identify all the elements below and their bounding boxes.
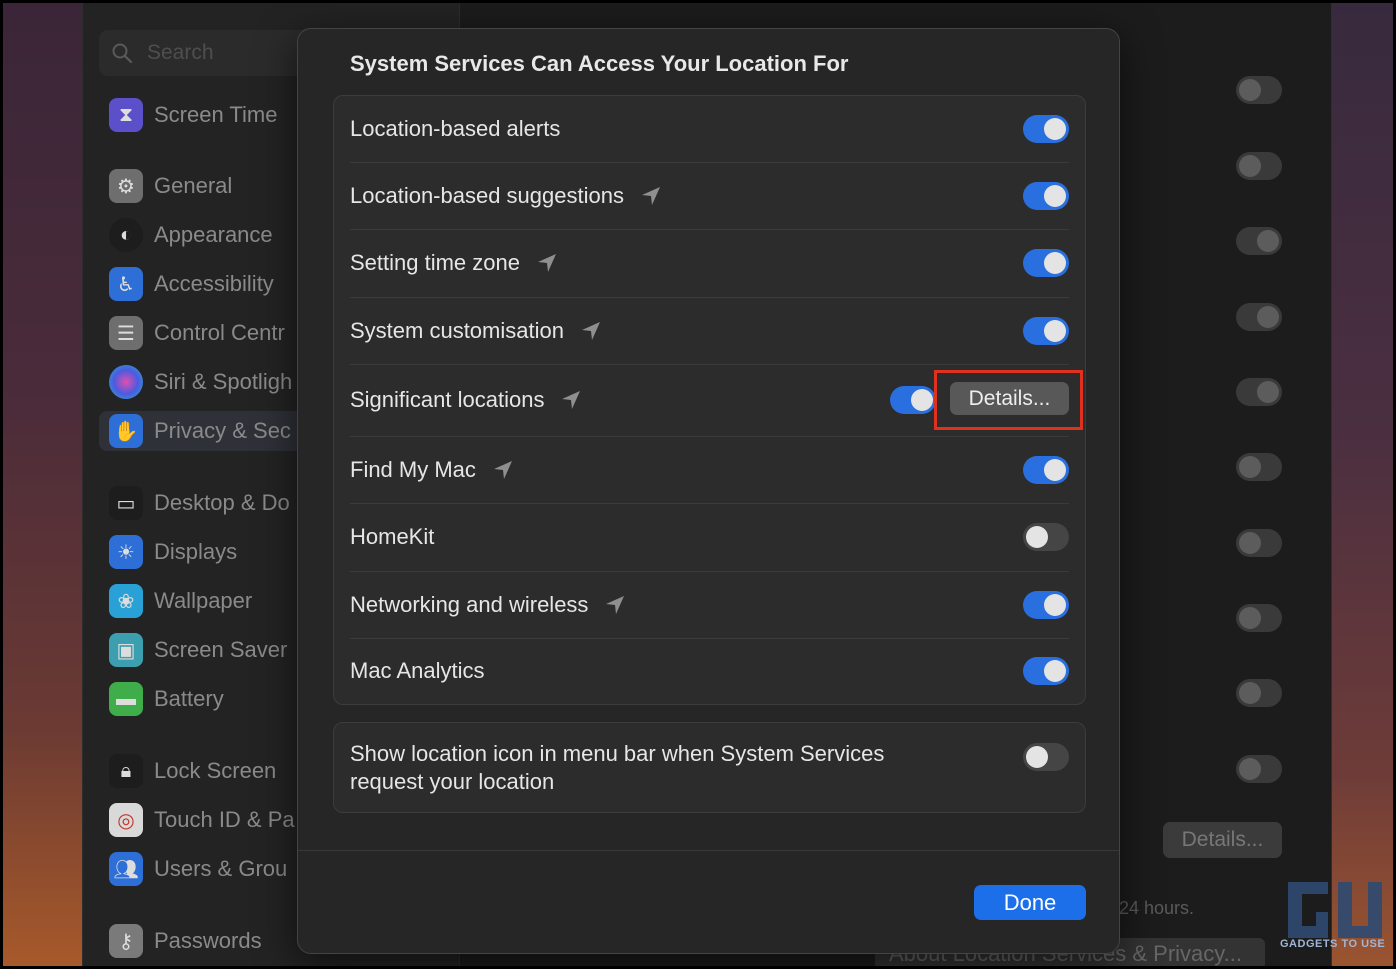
system-services-sheet: System Services Can Access Your Location…: [297, 28, 1120, 954]
find-my-mac-toggle[interactable]: [1023, 455, 1069, 484]
service-label: System customisation: [350, 317, 564, 343]
background-toggle[interactable]: [1236, 679, 1282, 707]
service-row-location-alerts: Location-based alerts: [334, 96, 1085, 162]
background-toggle[interactable]: [1236, 378, 1282, 406]
hand-icon: ✋: [109, 414, 143, 448]
networking-toggle[interactable]: [1023, 590, 1069, 619]
sun-icon: ☀: [109, 535, 143, 569]
service-label: Find My Mac: [350, 456, 476, 482]
service-row-find-my-mac: Find My Mac: [334, 436, 1085, 503]
services-list: Location-based alerts Location-based sug…: [333, 95, 1086, 705]
service-row-time-zone: Setting time zone: [334, 229, 1085, 297]
service-label: Setting time zone: [350, 250, 520, 275]
sidebar-item-label: Touch ID & Pa: [154, 807, 295, 832]
significant-locations-toggle[interactable]: [890, 386, 936, 414]
background-hours-text: 24 hours.: [1119, 898, 1195, 918]
sidebar-item-label: Users & Grou: [154, 856, 288, 881]
menu-bar-option-group: Show location icon in menu bar when Syst…: [333, 722, 1086, 813]
menu-bar-option-line1: Show location icon in menu bar when Syst…: [350, 740, 885, 766]
location-arrow-icon: [581, 321, 600, 340]
location-arrow-icon: [537, 254, 556, 272]
time-zone-toggle[interactable]: [1023, 249, 1069, 277]
service-row-networking: Networking and wireless: [334, 571, 1085, 638]
service-row-system-customisation: System customisation: [334, 297, 1085, 364]
wallpaper-right: [1332, 0, 1396, 969]
sidebar-item-label: Wallpaper: [154, 588, 253, 613]
background-toggle[interactable]: [1236, 303, 1282, 331]
sidebar-item-label: Accessibility: [154, 271, 274, 296]
system-customisation-toggle[interactable]: [1023, 316, 1069, 345]
service-row-significant-locations: Significant locations Details...: [334, 364, 1085, 436]
key-icon: ⚷: [109, 924, 143, 958]
control-centre-icon: ☰: [109, 316, 143, 350]
search-icon: [112, 43, 133, 64]
flower-icon: ❀: [109, 584, 143, 618]
sidebar-item-label: Siri & Spotligh: [154, 369, 293, 394]
done-button[interactable]: Done: [974, 885, 1086, 920]
homekit-toggle[interactable]: [1023, 523, 1069, 551]
sidebar-item-label: Passwords: [154, 928, 262, 953]
service-label: Networking and wireless: [350, 591, 589, 617]
location-arrow-icon: [493, 460, 512, 479]
search-placeholder: Search: [147, 41, 214, 64]
lock-icon: 🔒︎: [109, 754, 143, 788]
sidebar-item-label: Screen Time: [154, 102, 278, 127]
service-label: Location-based alerts: [350, 116, 561, 141]
background-details-button[interactable]: Details...: [1163, 822, 1282, 858]
sheet-title: System Services Can Access Your Location…: [350, 51, 849, 76]
location-suggestions-toggle[interactable]: [1023, 181, 1069, 210]
sidebar-item-label: Control Centr: [154, 320, 285, 345]
sidebar-item-label: General: [154, 173, 233, 198]
background-toggle[interactable]: [1236, 755, 1282, 783]
sidebar-item-label: Appearance: [154, 222, 273, 247]
background-toggle[interactable]: [1236, 529, 1282, 557]
sidebar-item-label: Privacy & Sec: [154, 418, 291, 443]
menu-bar-icon-toggle[interactable]: [1023, 743, 1069, 771]
menu-bar-option-row: Show location icon in menu bar when Syst…: [334, 723, 1085, 812]
service-row-location-suggestions: Location-based suggestions: [334, 162, 1085, 229]
screen-saver-icon: ▣: [109, 633, 143, 667]
service-row-mac-analytics: Mac Analytics: [334, 638, 1085, 704]
sidebar-item-label: Lock Screen: [154, 758, 277, 783]
location-arrow-icon: [641, 186, 660, 205]
background-toggle[interactable]: [1236, 604, 1282, 632]
sidebar-item-label: Screen Saver: [154, 637, 288, 662]
service-label: Mac Analytics: [350, 658, 485, 683]
battery-icon: ▬: [109, 682, 143, 716]
background-toggle[interactable]: [1236, 76, 1282, 104]
users-icon: 👥︎: [109, 852, 143, 886]
background-toggle[interactable]: [1236, 152, 1282, 180]
sidebar-item-label: Desktop & Do: [154, 490, 290, 515]
siri-icon: [109, 365, 143, 399]
desktop-icon: ▭: [109, 486, 143, 520]
menu-bar-option-line2: request your location: [350, 768, 555, 794]
sheet-divider: [298, 850, 1119, 851]
hourglass-icon: ⧗: [109, 98, 143, 132]
background-toggle[interactable]: [1236, 453, 1282, 481]
location-arrow-icon: [562, 391, 581, 409]
wallpaper-left: [0, 0, 82, 969]
menu-bar-option-label: Show location icon in menu bar when Syst…: [350, 740, 884, 796]
appearance-icon: ◐: [109, 218, 143, 252]
location-alerts-toggle[interactable]: [1023, 115, 1069, 143]
service-label: Significant locations: [350, 387, 545, 412]
service-label: Location-based suggestions: [350, 182, 624, 208]
accessibility-icon: ♿: [109, 267, 143, 301]
sidebar-item-label: Displays: [154, 539, 238, 564]
service-row-homekit: HomeKit: [334, 503, 1085, 571]
background-toggle[interactable]: [1236, 227, 1282, 255]
mac-analytics-toggle[interactable]: [1023, 657, 1069, 685]
watermark-text: GADGETS TO USE: [1280, 938, 1386, 950]
sidebar-item-label: Battery: [154, 686, 224, 711]
location-arrow-icon: [606, 595, 625, 614]
gear-icon: ⚙: [109, 169, 143, 203]
fingerprint-icon: ◎: [109, 803, 143, 837]
red-highlight-box: [934, 370, 1083, 430]
service-label: HomeKit: [350, 524, 435, 549]
